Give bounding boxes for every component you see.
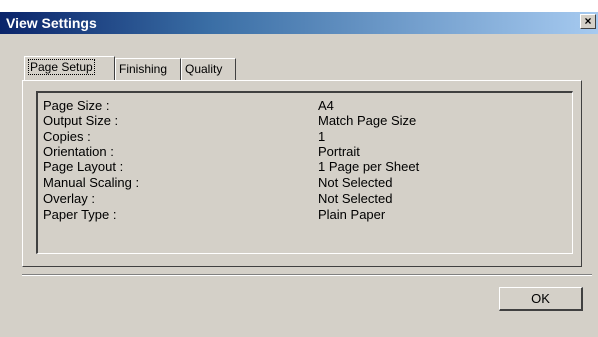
setting-label: Page Layout :: [43, 159, 124, 174]
setting-value: Portrait: [318, 144, 360, 159]
setting-value: A4: [318, 98, 334, 113]
window-title: View Settings: [6, 15, 97, 31]
setting-label: Copies :: [43, 129, 91, 144]
page-setup-panel: Page Size : A4 Output Size : Match Page …: [22, 80, 582, 267]
close-icon: ×: [584, 14, 592, 28]
view-settings-dialog: View Settings × Page Setup Finishing Qua…: [0, 0, 598, 337]
settings-summary-box: Page Size : A4 Output Size : Match Page …: [36, 91, 573, 254]
tab-label: Page Setup: [28, 59, 95, 75]
setting-label: Page Size :: [43, 98, 110, 113]
setting-label: Manual Scaling :: [43, 175, 140, 190]
tab-page-setup[interactable]: Page Setup: [24, 56, 115, 82]
tab-label: Finishing: [119, 62, 168, 76]
background-strip: [0, 0, 598, 12]
setting-value: 1 Page per Sheet: [318, 159, 420, 174]
setting-value: Not Selected: [318, 175, 393, 190]
divider: [22, 274, 592, 276]
title-bar[interactable]: View Settings ×: [0, 12, 598, 34]
setting-label: Overlay :: [43, 191, 96, 206]
setting-value: Plain Paper: [318, 207, 386, 222]
ok-button[interactable]: OK: [499, 287, 583, 311]
setting-label: Output Size :: [43, 113, 119, 128]
setting-label: Paper Type :: [43, 207, 117, 222]
setting-value: Not Selected: [318, 191, 393, 206]
setting-label: Orientation :: [43, 144, 114, 159]
tab-label: Quality: [185, 62, 223, 76]
close-button[interactable]: ×: [580, 14, 596, 29]
tab-finishing[interactable]: Finishing: [115, 58, 181, 80]
setting-value: 1: [318, 129, 326, 144]
setting-value: Match Page Size: [318, 113, 417, 128]
tab-quality[interactable]: Quality: [181, 58, 236, 80]
